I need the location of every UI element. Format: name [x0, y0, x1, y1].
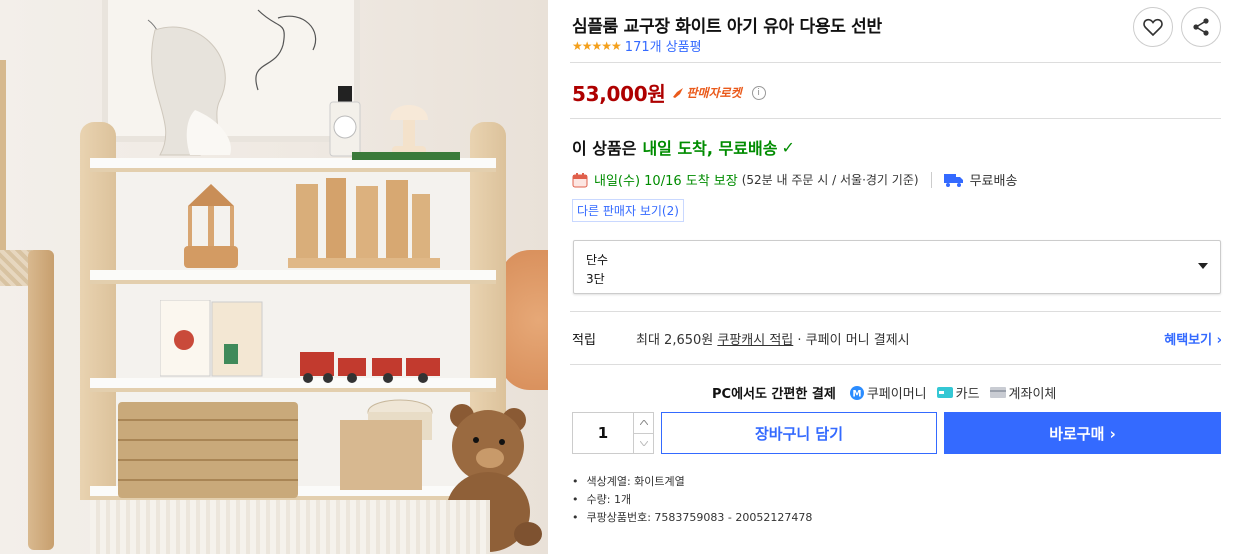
box-and-drum [340, 399, 433, 490]
chevron-up-icon [639, 420, 648, 426]
table-lamp [390, 105, 428, 156]
chevron-down-icon [639, 440, 648, 446]
free-shipping-label: 무료배송 [969, 174, 1018, 189]
cash-reward-label: 적립 [572, 333, 596, 348]
divider [570, 311, 1221, 312]
coupang-cash-link[interactable]: 쿠팡캐시 적립 [717, 333, 793, 348]
coupay-money-icon: M [849, 385, 864, 400]
payment-methods-row: PC에서도 간편한 결제 M 쿠페이머니 카드 계좌이체 [712, 383, 1060, 402]
rating-stars: ★★★★★ [572, 38, 622, 53]
check-icon: ✓ [781, 137, 795, 157]
orange-cushion [500, 250, 548, 390]
delivery-headline-green: 내일 도착, 무료배송 [642, 139, 778, 158]
product-title: 심플룸 교구장 화이트 아기 유아 다용도 선반 [572, 17, 882, 37]
payment-title: PC에서도 간편한 결제 [712, 387, 836, 402]
divider [930, 171, 932, 188]
truck-icon [943, 173, 963, 187]
other-sellers-button[interactable]: 다른 판매자 보기(2) [572, 199, 684, 222]
card-icon [936, 387, 953, 398]
cash-reward-amount: 최대 2,650원 [636, 333, 714, 348]
payment-bank-transfer[interactable]: 계좌이체 [989, 383, 1057, 402]
cash-reward-row: 적립 최대 2,650원 쿠팡캐시 적립 · 쿠페이 머니 결제시 혜택보기 › [572, 329, 1222, 348]
quantity-increase-button[interactable] [634, 413, 653, 433]
delivery-eta-row: 내일(수) 10/16 도착 보장 (52분 내 주문 시 / 서울·경기 기준… [572, 170, 1017, 189]
chair-leg [28, 250, 54, 550]
delivery-headline-prefix: 이 상품은 [572, 139, 637, 158]
perfume-bottle [329, 86, 361, 157]
cash-reward-condition: · 쿠페이 머니 결제시 [797, 333, 910, 348]
toy-train [300, 352, 440, 383]
chair-back [0, 60, 6, 280]
review-count-link[interactable]: 171개 상품평 [625, 36, 702, 55]
divider [570, 62, 1221, 63]
svg-text:M: M [852, 389, 861, 399]
divider [570, 118, 1221, 119]
picture-book [160, 300, 263, 377]
rug [90, 500, 490, 554]
product-image[interactable] [0, 0, 548, 554]
delivery-eta: 내일(수) 10/16 도착 보장 [594, 174, 738, 189]
quantity-input[interactable]: 1 [573, 413, 633, 453]
benefit-view-link[interactable]: 혜택보기 › [1164, 329, 1222, 348]
payment-coupay-money[interactable]: M 쿠페이머니 [849, 383, 927, 402]
stacking-toy [288, 178, 440, 268]
rocket-icon [673, 87, 684, 98]
share-icon [1193, 18, 1209, 36]
wicker-basket [118, 402, 298, 498]
carousel-toy [184, 184, 238, 268]
info-icon[interactable]: i [751, 85, 766, 100]
option-label: 단수 [586, 253, 609, 267]
spec-item: 색상계열: 화이트계열 [572, 472, 812, 490]
spec-item: 쿠팡상품번호: 7583759083 - 20052127478 [572, 508, 813, 526]
price-row: 53,000원 판매자로켓 i [572, 78, 766, 107]
cash-reward-text: 최대 2,650원 쿠팡캐시 적립 · 쿠페이 머니 결제시 [636, 329, 910, 348]
divider [570, 364, 1221, 365]
calendar-icon [572, 172, 588, 187]
option-select[interactable]: 단수 3단 [573, 240, 1221, 294]
delivery-eta-note: (52분 내 주문 시 / 서울·경기 기준) [741, 173, 919, 187]
price: 53,000원 [572, 82, 666, 106]
quantity-stepper: 1 [572, 412, 654, 454]
seller-rocket-label: 판매자로켓 [686, 86, 742, 100]
payment-bank-transfer-label: 계좌이체 [1008, 387, 1057, 402]
payment-coupay-money-label: 쿠페이머니 [866, 387, 927, 402]
rating-row: ★★★★★ 171개 상품평 [572, 36, 702, 56]
product-info-panel: 심플룸 교구장 화이트 아기 유아 다용도 선반 ★★★★★ 171개 상품평 … [570, 0, 1222, 554]
spec-item: 수량: 1개 [572, 490, 812, 508]
product-spec-list: 색상계열: 화이트계열 수량: 1개 쿠팡상품번호: 7583759083 - … [572, 472, 813, 526]
seller-rocket-badge: 판매자로켓 [671, 84, 742, 101]
payment-card[interactable]: 카드 [936, 383, 980, 402]
quantity-decrease-button[interactable] [634, 432, 653, 454]
book [352, 152, 460, 160]
share-button[interactable] [1181, 7, 1221, 47]
wishlist-button[interactable] [1133, 7, 1173, 47]
option-value: 3단 [586, 272, 605, 286]
caret-down-icon [1198, 263, 1208, 269]
delivery-headline: 이 상품은 내일 도착, 무료배송 ✓ [572, 135, 795, 159]
bank-icon [989, 387, 1006, 398]
payment-card-label: 카드 [955, 387, 980, 402]
mirror-vase [151, 26, 231, 156]
add-to-cart-button[interactable]: 장바구니 담기 [661, 412, 937, 454]
heart-icon [1143, 18, 1163, 36]
buy-now-button[interactable]: 바로구매 › [944, 412, 1221, 454]
